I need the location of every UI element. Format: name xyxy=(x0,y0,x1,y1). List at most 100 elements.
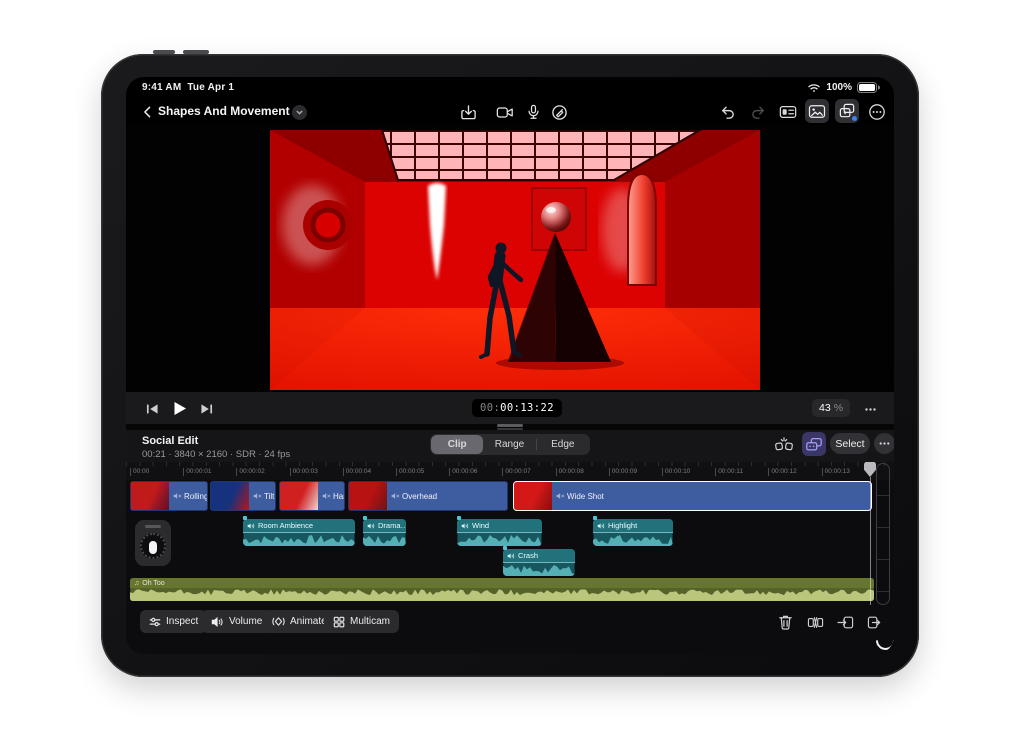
browser-panel-button[interactable] xyxy=(776,100,800,124)
effects-button[interactable] xyxy=(835,99,859,123)
zoom-level-control[interactable]: 43% xyxy=(812,399,850,417)
ruler-label: 00:00:05 xyxy=(396,468,424,476)
timeline-more-button[interactable] xyxy=(874,433,894,454)
audio-clip[interactable]: Wind xyxy=(457,519,542,546)
pencil-tools-button[interactable] xyxy=(547,100,571,124)
muted-audio-icon xyxy=(253,492,262,500)
zoom-unit: % xyxy=(834,402,843,414)
undo-button[interactable] xyxy=(715,100,739,124)
button-label: Volume xyxy=(229,616,262,627)
button-label: Animate xyxy=(290,616,327,627)
audio-waveform xyxy=(503,563,575,576)
jog-wheel[interactable] xyxy=(135,520,171,566)
multicam-button[interactable]: Multicam xyxy=(324,610,399,633)
clip-label: Room Ambience xyxy=(258,521,313,530)
more-options-button[interactable] xyxy=(865,100,889,124)
ruler-label: 00:00:02 xyxy=(236,468,264,476)
audio-icon xyxy=(461,522,469,530)
record-video-button[interactable] xyxy=(493,100,517,124)
video-clip[interactable]: Hands xyxy=(279,481,345,511)
volume-up-button xyxy=(153,50,175,54)
ruler-label: 00:00:11 xyxy=(715,468,743,476)
video-clip[interactable]: Overhead xyxy=(348,481,508,511)
media-library-button[interactable] xyxy=(805,99,829,123)
ruler-label: 00:00:04 xyxy=(343,468,371,476)
sparkle-clips-button[interactable] xyxy=(772,433,796,457)
ruler-label: 00:00 xyxy=(130,468,149,476)
record-voiceover-button[interactable] xyxy=(521,100,545,124)
clock-date: Tue Apr 1 xyxy=(187,82,234,93)
ruler-label: 00:00:10 xyxy=(662,468,690,476)
select-button[interactable]: Select xyxy=(830,433,870,454)
music-clip[interactable]: ♫Oh Too xyxy=(130,578,874,601)
connection-dot xyxy=(363,516,367,520)
clip-label: Wide Shot xyxy=(567,492,604,501)
clip-label: Hands xyxy=(333,492,345,501)
insert-clip-button[interactable] xyxy=(836,613,854,631)
volume-button[interactable]: Volume xyxy=(202,610,271,633)
notification-dot xyxy=(852,116,857,121)
inspector-icon xyxy=(149,616,161,628)
split-clip-button[interactable] xyxy=(806,613,824,631)
timecode-display[interactable]: 00:00:13:22 xyxy=(472,399,562,417)
resize-handle[interactable] xyxy=(497,424,523,427)
audio-clip[interactable]: Crash xyxy=(503,549,575,576)
mode-edge[interactable]: Edge xyxy=(537,435,589,454)
clip-label: Tilt Up xyxy=(264,492,276,501)
redo-button[interactable] xyxy=(746,100,770,124)
audio-waveform xyxy=(593,533,673,546)
video-track: Rolling Ball Tilt Up Hands Overhead Wide Sho… xyxy=(126,481,894,511)
clip-thumbnail xyxy=(211,482,249,510)
red-room-scene xyxy=(270,130,760,390)
video-preview[interactable] xyxy=(270,130,760,390)
wifi-icon xyxy=(807,83,821,93)
skip-to-start-button[interactable] xyxy=(140,397,164,421)
overlay-view-button[interactable] xyxy=(802,432,826,456)
mode-clip[interactable]: Clip xyxy=(431,435,483,454)
ipad-device-frame: 9:41 AM Tue Apr 1 100% Shapes And Moveme… xyxy=(101,54,919,677)
project-menu-button[interactable] xyxy=(292,105,307,120)
vertical-scrollbar[interactable] xyxy=(876,463,890,605)
ruler-label: 00:00:13 xyxy=(822,468,850,476)
inspect-button[interactable]: Inspect xyxy=(140,610,207,633)
timeline-ruler[interactable]: 00:0000:00:0100:00:0200:00:0300:00:0400:… xyxy=(126,462,894,481)
multicam-grid-icon xyxy=(333,616,345,628)
video-clip[interactable]: Wide Shot xyxy=(513,481,872,511)
viewer-options-button[interactable] xyxy=(858,397,882,421)
ruler-label: 00:00:08 xyxy=(556,468,584,476)
timeline-title: Social Edit xyxy=(142,435,198,447)
audio-icon xyxy=(507,552,515,560)
connection-dot xyxy=(593,516,597,520)
music-track: ♫Oh Too xyxy=(126,578,894,601)
ruler-label: 00:00:09 xyxy=(609,468,637,476)
skip-to-end-button[interactable] xyxy=(194,397,218,421)
back-button[interactable] xyxy=(136,100,160,124)
clip-thumbnail xyxy=(349,482,387,510)
audio-clip[interactable]: Drama… xyxy=(363,519,406,546)
clip-label: Drama… xyxy=(378,521,406,530)
connection-dot xyxy=(243,516,247,520)
music-note-icon: ♫ xyxy=(134,580,139,587)
playhead-line xyxy=(870,477,871,605)
clock-time: 9:41 AM xyxy=(142,82,181,93)
music-waveform xyxy=(130,588,874,601)
audio-clip[interactable]: Room Ambience xyxy=(243,519,355,546)
audio-track-row2: Crash xyxy=(126,549,894,576)
video-clip[interactable]: Tilt Up xyxy=(210,481,276,511)
timeline-panel: Social Edit 00:21 · 3840 × 2160 · SDR · … xyxy=(126,430,894,654)
muted-audio-icon xyxy=(173,492,182,500)
transport-bar: 00:00:13:22 43% xyxy=(126,391,894,425)
app-screen: 9:41 AM Tue Apr 1 100% Shapes And Moveme… xyxy=(126,77,894,654)
mode-range[interactable]: Range xyxy=(483,435,535,454)
keyframe-icon xyxy=(272,615,285,628)
viewer-area xyxy=(126,125,894,391)
video-clip[interactable]: Rolling Ball xyxy=(130,481,208,511)
import-media-button[interactable] xyxy=(456,100,480,124)
play-button[interactable] xyxy=(168,396,192,420)
clip-label: Overhead xyxy=(402,492,437,501)
audio-clip[interactable]: Highlight xyxy=(593,519,673,546)
delete-button[interactable] xyxy=(776,613,794,631)
append-clip-button[interactable] xyxy=(866,613,884,631)
clip-label: Rolling Ball xyxy=(184,492,208,501)
project-title[interactable]: Shapes And Movement xyxy=(158,104,290,118)
